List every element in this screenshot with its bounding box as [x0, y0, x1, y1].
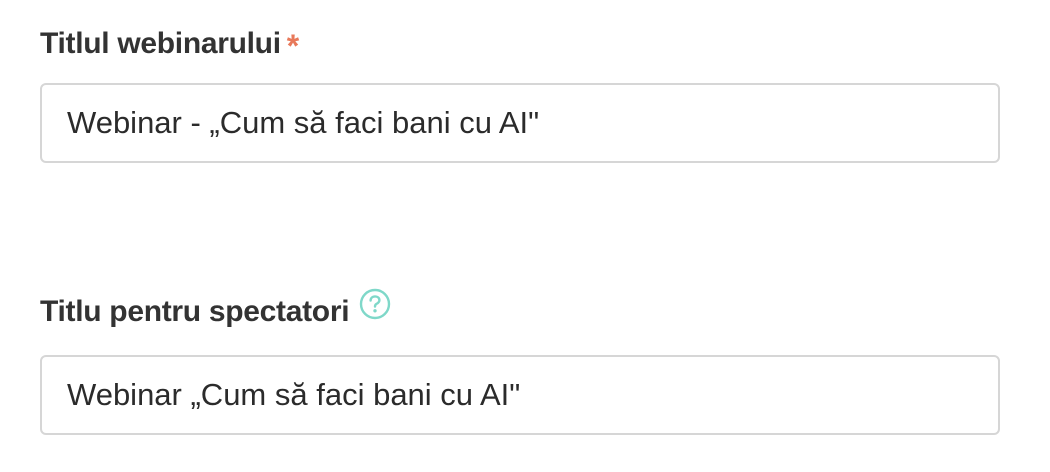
viewer-title-input[interactable]: [40, 355, 1000, 435]
webinar-title-label-row: Titlul webinarului *: [40, 22, 1000, 66]
required-asterisk-icon: *: [286, 27, 300, 64]
viewer-title-field: Titlu pentru spectatori: [40, 288, 1000, 435]
viewer-title-label-row: Titlu pentru spectatori: [40, 288, 1000, 334]
question-circle-icon[interactable]: [359, 288, 391, 320]
webinar-title-input[interactable]: [40, 83, 1000, 163]
webinar-title-field: Titlul webinarului *: [40, 22, 1000, 163]
webinar-title-label: Titlul webinarului: [40, 27, 281, 60]
viewer-title-label: Titlu pentru spectatori: [40, 295, 350, 328]
